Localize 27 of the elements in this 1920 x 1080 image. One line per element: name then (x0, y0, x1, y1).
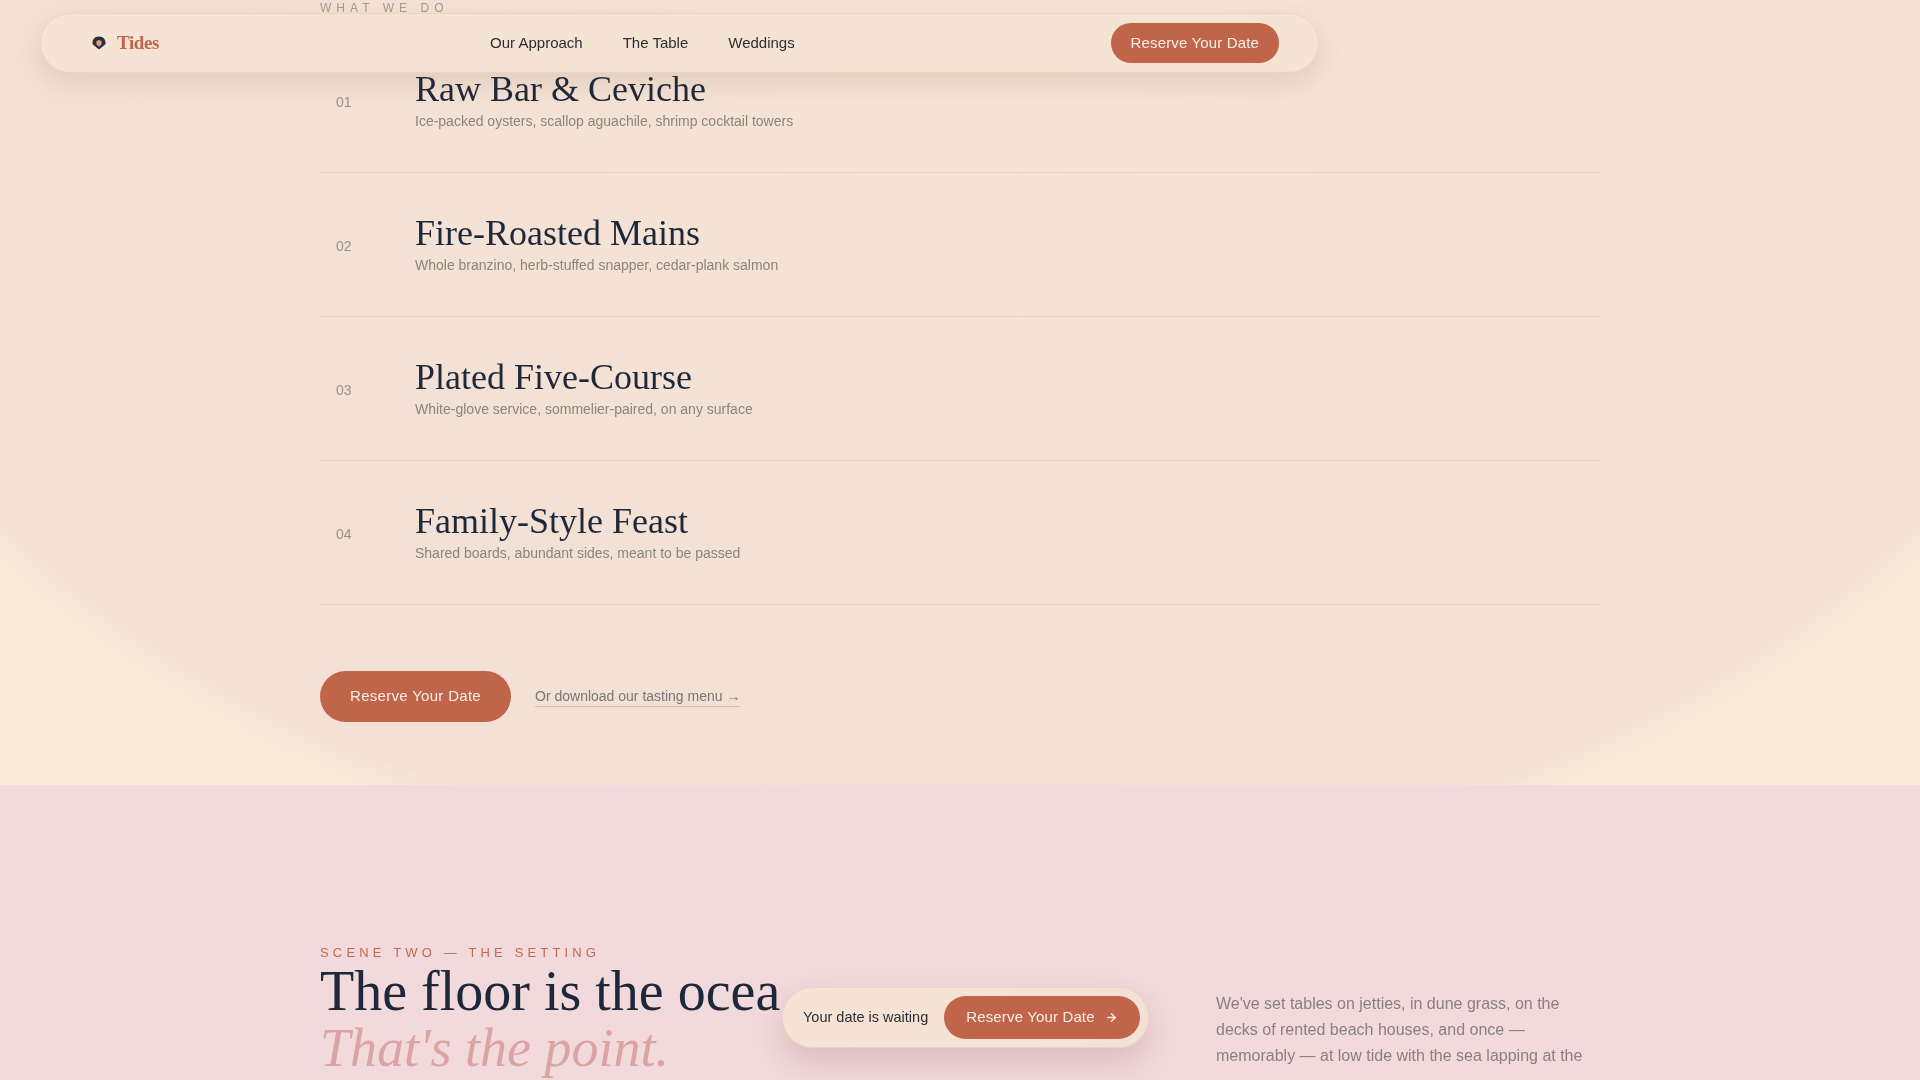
setting-body: We've set tables on jetties, in dune grass, on the decks of rented beach houses, and once — memorably — at low tide with the sea lapping at the (1216, 994, 1584, 1066)
brand-logo[interactable]: Tides (117, 28, 160, 58)
item-title: Fire-Roasted Mains (415, 215, 700, 251)
setting-headline: The floor is the ocea (320, 965, 781, 1017)
nav-reserve-button[interactable]: Reserve Your Date (1110, 23, 1279, 63)
item-title: Plated Five-Course (415, 359, 692, 395)
item-description: White-glove service, sommelier-paired, on any surface (415, 400, 753, 419)
item-description: Whole branzino, herb-stuffed snapper, cedar-plank salmon (415, 256, 779, 275)
nav-link[interactable]: The Table (622, 31, 689, 55)
nav-link[interactable]: Weddings (728, 31, 795, 55)
reserve-button[interactable]: Reserve Your Date (320, 671, 511, 722)
sticky-bar-text: Your date is waiting (803, 1007, 929, 1027)
item-title: Family-Style Feast (415, 503, 688, 539)
shell-icon (91, 35, 107, 51)
item-title: Raw Bar & Ceviche (415, 71, 706, 107)
section-eyebrow: WHAT WE DO (320, 0, 449, 14)
item-number: 02 (336, 237, 352, 254)
item-number: 04 (336, 525, 352, 542)
item-description: Shared boards, abundant sides, meant to be passed (415, 544, 741, 563)
nav-link[interactable]: Our Approach (490, 31, 583, 55)
item-number: 01 (336, 93, 352, 110)
item-number: 03 (336, 381, 352, 398)
arrow-right-icon (1104, 1011, 1118, 1024)
setting-eyebrow: SCENE TWO — THE SETTING (320, 945, 601, 961)
sticky-reserve-button[interactable]: Reserve Your Date (944, 996, 1140, 1039)
tasting-menu-link[interactable]: Or download our tasting menu → (535, 686, 741, 707)
item-description: Ice-packed oysters, scallop aguachile, shrimp cocktail towers (415, 112, 794, 131)
